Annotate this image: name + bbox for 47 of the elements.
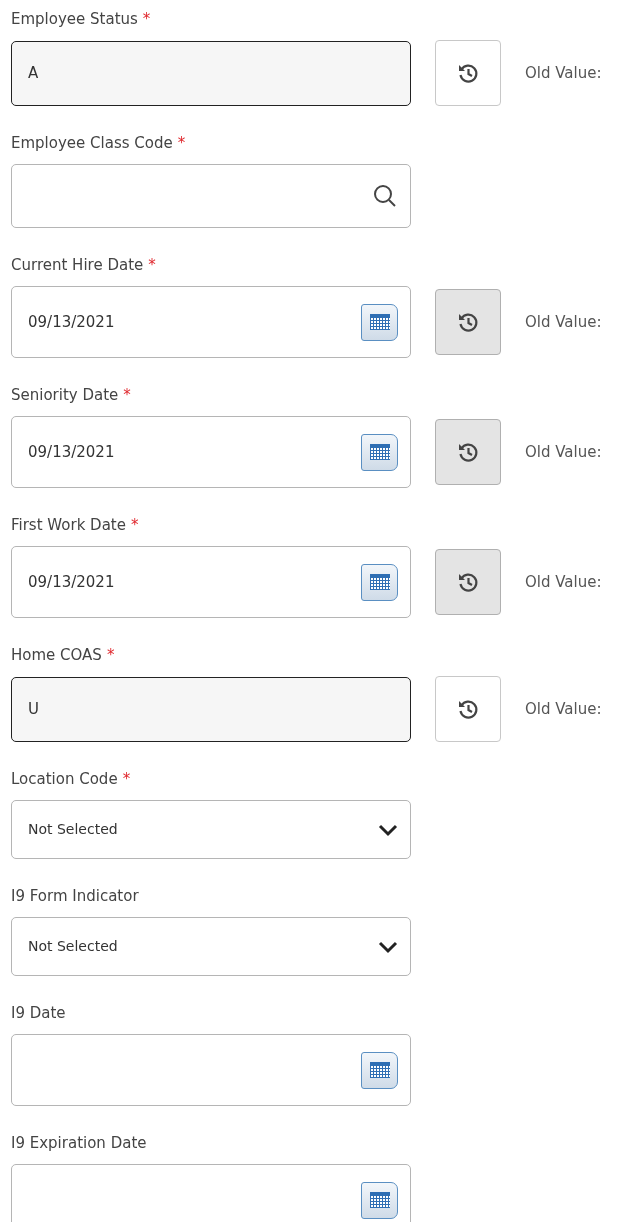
required-mark: * [122, 769, 131, 790]
history-button[interactable] [435, 40, 501, 106]
select-dropdown[interactable]: Not Selected [11, 917, 411, 976]
required-mark: * [106, 645, 115, 666]
history-icon [456, 570, 480, 594]
old-value-label: Old Value: [525, 571, 602, 593]
history-icon [456, 61, 480, 85]
calendar-icon[interactable] [361, 303, 398, 341]
calendar-icon[interactable] [361, 1051, 398, 1089]
field-label: I9 Date [11, 1003, 66, 1024]
history-icon [456, 697, 480, 721]
old-value-label: Old Value: [525, 311, 602, 333]
field-label: Employee Class Code [11, 133, 173, 154]
old-value-label: Old Value: [525, 62, 602, 84]
field-label: I9 Expiration Date [11, 1133, 147, 1154]
search-icon [372, 183, 398, 209]
date-field[interactable] [11, 1034, 411, 1106]
field-label: I9 Form Indicator [11, 886, 139, 907]
calendar-icon[interactable] [361, 563, 398, 601]
date-field[interactable]: 09/13/2021 [11, 546, 411, 618]
required-mark: * [130, 515, 139, 536]
history-icon [456, 310, 480, 334]
required-mark: * [142, 9, 151, 30]
chevron-down-icon [378, 822, 398, 837]
calendar-icon[interactable] [361, 433, 398, 471]
select-dropdown[interactable]: Not Selected [11, 800, 411, 859]
field-label: Employee Status [11, 9, 138, 30]
old-value-label: Old Value: [525, 698, 602, 720]
field-label: Current Hire Date [11, 255, 144, 276]
calendar-icon[interactable] [361, 1181, 398, 1219]
readonly-field: U [11, 676, 411, 742]
field-label: Seniority Date [11, 385, 119, 406]
field-label: Home COAS [11, 645, 102, 666]
history-button[interactable] [435, 676, 501, 742]
lookup-field[interactable] [11, 164, 411, 228]
required-mark: * [177, 133, 186, 154]
date-field[interactable] [11, 1164, 411, 1222]
date-field[interactable]: 09/13/2021 [11, 286, 411, 358]
chevron-down-icon [378, 939, 398, 954]
required-mark: * [123, 385, 131, 406]
date-field[interactable]: 09/13/2021 [11, 416, 411, 488]
readonly-field: A [11, 40, 411, 106]
required-mark: * [148, 255, 156, 276]
field-label: Location Code [11, 769, 118, 790]
field-label: First Work Date [11, 515, 126, 536]
old-value-label: Old Value: [525, 441, 602, 463]
history-icon [456, 440, 480, 464]
